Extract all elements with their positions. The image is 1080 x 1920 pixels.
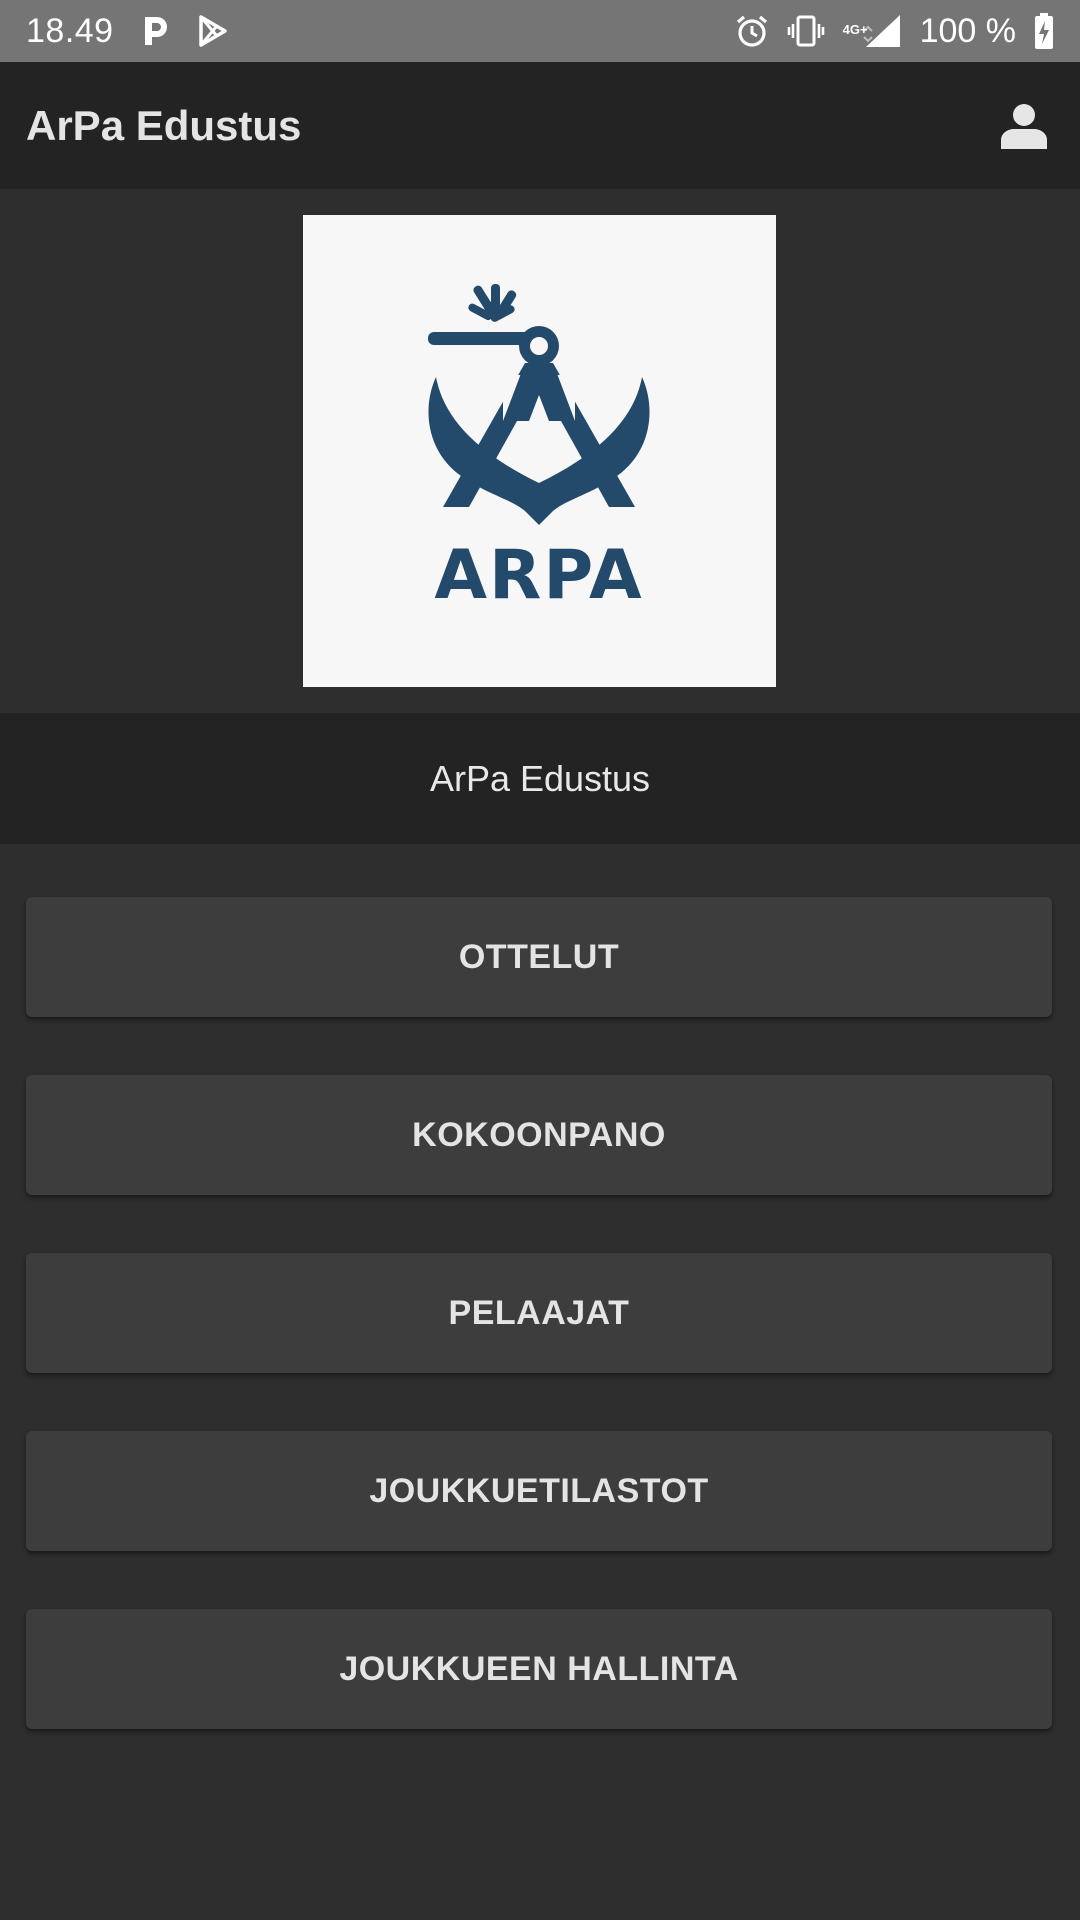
status-time: 18.49 — [26, 11, 114, 50]
account-icon — [1001, 103, 1047, 149]
battery-charging-icon — [1035, 13, 1053, 49]
team-logo: ARPA — [303, 215, 776, 687]
logo-text: ARPA — [434, 536, 643, 615]
players-button[interactable]: PELAAJAT — [26, 1253, 1052, 1373]
play-store-icon — [198, 15, 227, 47]
status-right: 4G+ 100 % — [717, 12, 1054, 51]
logo-area: ARPA — [0, 189, 1080, 713]
network-type: 4G+ — [842, 22, 868, 37]
team-name: ArPa Edustus — [429, 757, 651, 799]
main-menu: OTTELUT KOKOONPANO PELAAJAT JOUKKUETILAS… — [26, 897, 1052, 1787]
account-button[interactable] — [988, 90, 1060, 162]
vibrate-icon — [787, 15, 824, 47]
team-name-band: ArPa Edustus — [0, 713, 1080, 844]
status-bar: 18.49 4G+ 100 % — [0, 0, 1080, 62]
team-management-button[interactable]: JOUKKUEEN HALLINTA — [26, 1609, 1052, 1729]
alarm-icon — [736, 15, 767, 47]
app-title: ArPa Edustus — [26, 101, 302, 149]
app-bar: ArPa Edustus — [0, 62, 1080, 189]
matches-button[interactable]: OTTELUT — [26, 897, 1052, 1017]
p-app-icon — [144, 17, 167, 45]
team-stats-button[interactable]: JOUKKUETILASTOT — [26, 1431, 1052, 1551]
status-left: 18.49 — [26, 12, 228, 51]
anchor-logo: ARPA — [428, 284, 650, 615]
lineup-button[interactable]: KOKOONPANO — [26, 1075, 1052, 1195]
battery-percent: 100 % — [919, 11, 1016, 50]
